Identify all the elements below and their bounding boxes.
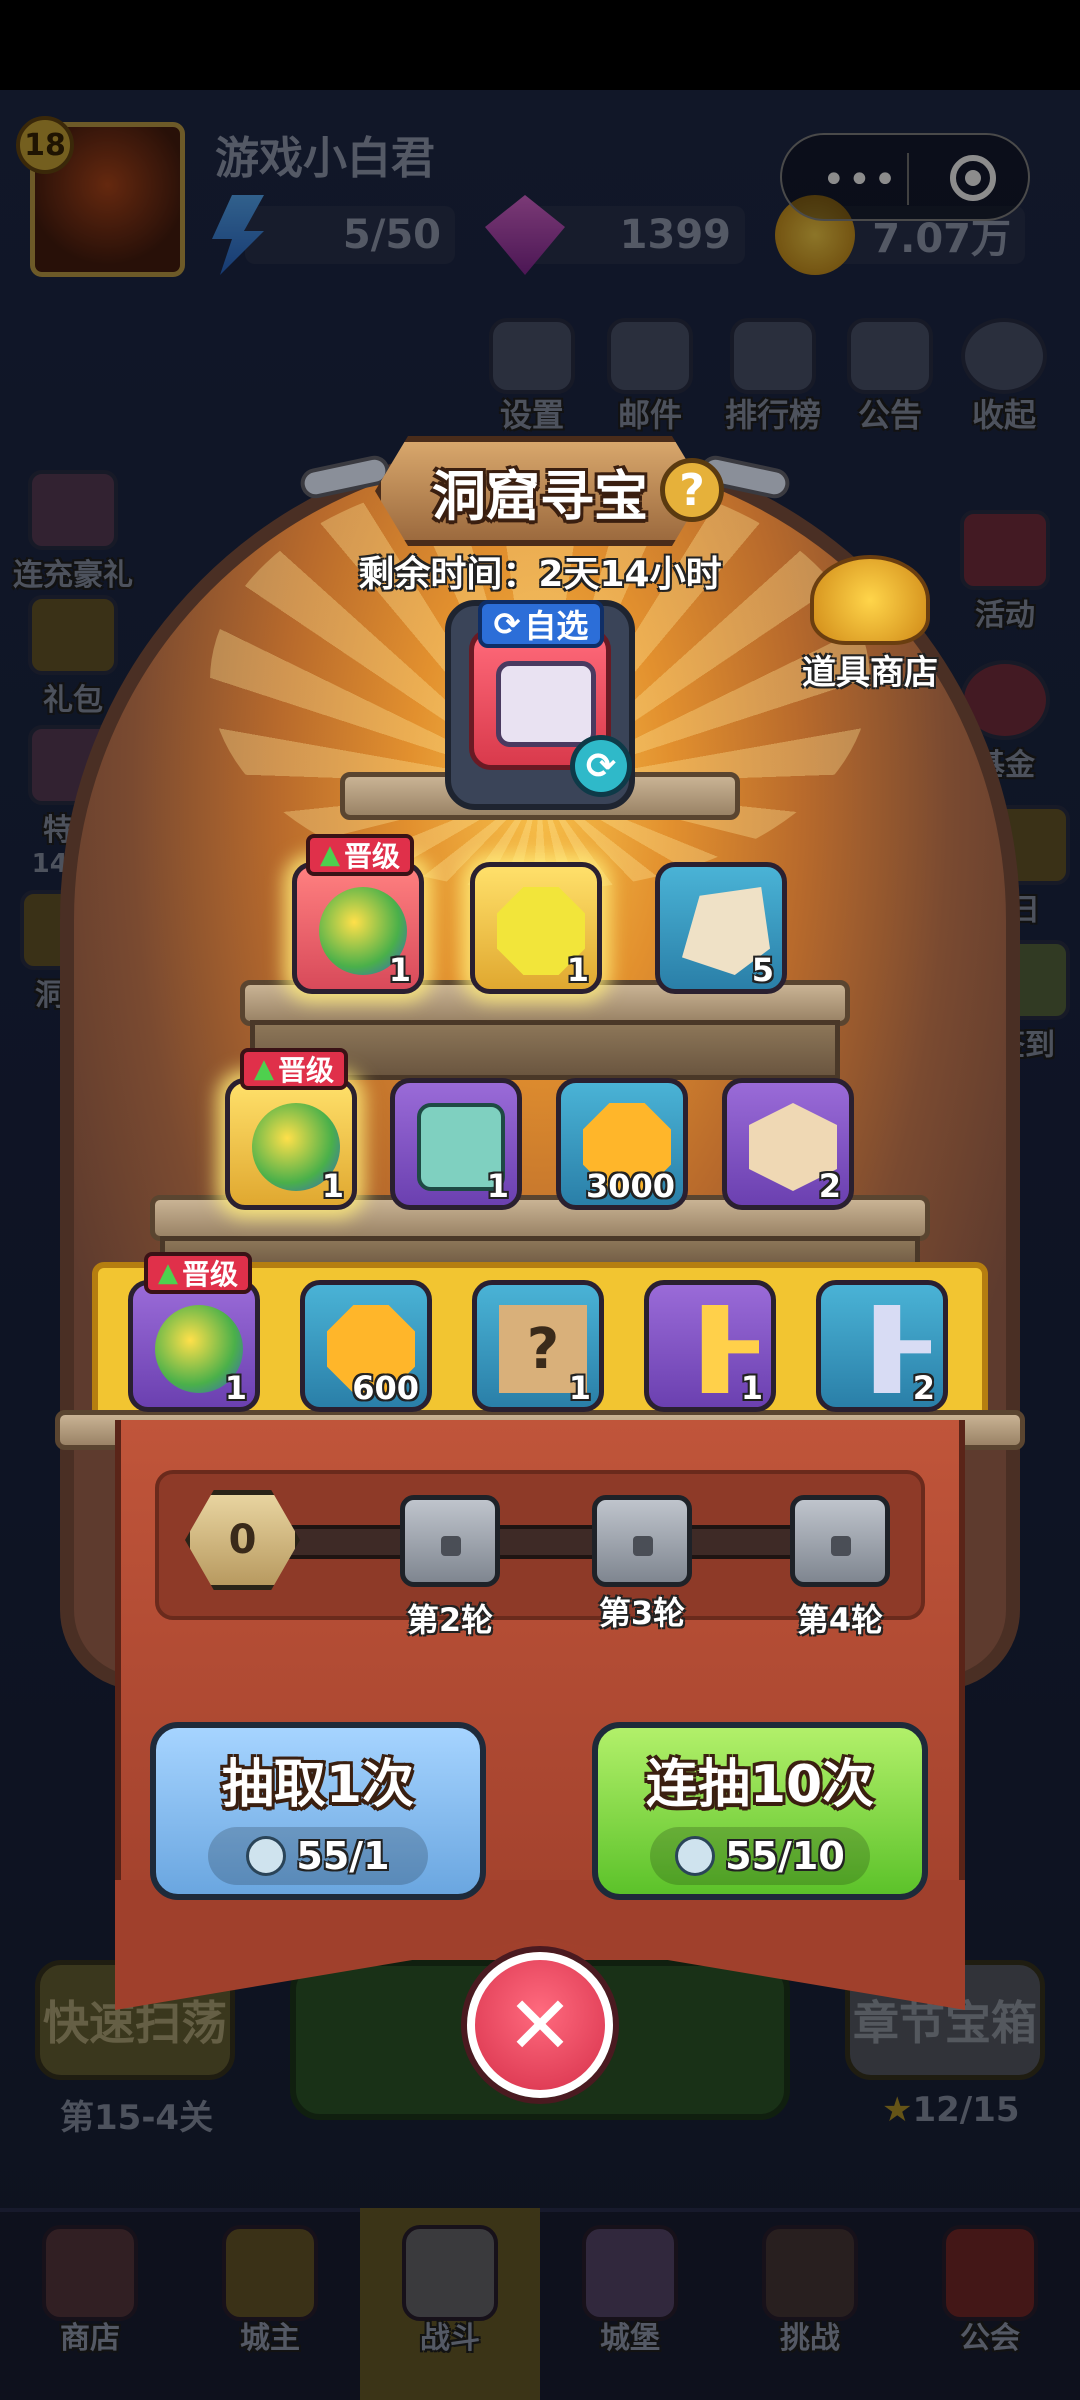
reward-slot-r2-2[interactable]: 1 <box>390 1078 522 1210</box>
reward-slot-r1-3[interactable]: 5 <box>655 862 787 994</box>
self-select-label: 自选 <box>524 607 589 645</box>
slot-qty: 2 <box>818 1167 841 1205</box>
round-3-label: 第3轮 <box>598 1594 686 1632</box>
self-select-button[interactable]: ⟳ 自选 <box>478 600 604 648</box>
upgrade-tag: ▲ 晋级 <box>306 834 415 876</box>
slot-qty: 3000 <box>585 1167 675 1205</box>
slot-qty: 1 <box>566 951 589 989</box>
up-arrow-icon: ▲ <box>158 1258 178 1288</box>
draw-ten-cost: 55/10 <box>650 1827 870 1885</box>
upgrade-label: 晋级 <box>182 1258 239 1291</box>
reward-slot-r3-1[interactable]: 1 <box>128 1280 260 1412</box>
draw-ten-label: 连抽10次 <box>645 1755 875 1815</box>
help-button[interactable]: ? <box>660 458 724 522</box>
reward-slot-r3-2[interactable]: 600 <box>300 1280 432 1412</box>
reward-slot-r3-3[interactable]: ? 1 <box>472 1280 604 1412</box>
draw-once-button[interactable]: 抽取1次 55/1 <box>150 1722 486 1900</box>
slot-qty: 600 <box>352 1369 419 1407</box>
slot-qty: 1 <box>224 1369 247 1407</box>
ticket-icon <box>246 1836 287 1876</box>
draw-once-cost-value: 55/1 <box>296 1834 390 1878</box>
slot-qty: 1 <box>486 1167 509 1205</box>
draw-ten-cost-value: 55/10 <box>725 1834 845 1878</box>
slot-qty: 2 <box>912 1369 935 1407</box>
reward-slot-r3-5[interactable]: 2 <box>816 1280 948 1412</box>
reward-slot-r1-2[interactable]: 1 <box>470 862 602 994</box>
slot-qty: 1 <box>388 951 411 989</box>
close-modal-button[interactable]: ✕ <box>467 1952 613 2098</box>
slot-qty: 1 <box>740 1369 763 1407</box>
draw-ten-button[interactable]: 连抽10次 55/10 <box>592 1722 928 1900</box>
round-2-label: 第2轮 <box>406 1601 494 1639</box>
draw-once-label: 抽取1次 <box>221 1755 415 1815</box>
round-2-chest[interactable] <box>400 1495 500 1587</box>
title-banner: 洞窟寻宝 <box>375 436 705 546</box>
item-shop-label: 道具商店 <box>802 653 938 693</box>
reward-slot-r1-1[interactable]: 1 <box>292 862 424 994</box>
upgrade-tag: ▲ 晋级 <box>144 1252 253 1294</box>
slot-qty: 5 <box>751 951 774 989</box>
round-4-label: 第4轮 <box>796 1601 884 1639</box>
up-arrow-icon: ▲ <box>254 1054 274 1084</box>
close-icon: ✕ <box>506 1978 574 2072</box>
slot-qty: 1 <box>321 1167 344 1205</box>
upgrade-label: 晋级 <box>344 840 401 873</box>
item-shop-button[interactable]: 道具商店 <box>795 555 945 694</box>
reward-slot-r3-4[interactable]: 1 <box>644 1280 776 1412</box>
reward-slot-r2-1[interactable]: 1 <box>225 1078 357 1210</box>
up-arrow-icon: ▲ <box>320 840 340 870</box>
upgrade-label: 晋级 <box>278 1054 335 1087</box>
gold-pile-icon <box>810 555 930 645</box>
refresh-icon[interactable]: ⟳ <box>570 735 632 797</box>
draw-once-cost: 55/1 <box>208 1827 428 1885</box>
reward-slot-r2-3[interactable]: 3000 <box>556 1078 688 1210</box>
ticket-icon <box>675 1836 716 1876</box>
slot-qty: 1 <box>568 1369 591 1407</box>
modal-title: 洞窟寻宝 <box>432 464 648 528</box>
upgrade-tag: ▲ 晋级 <box>240 1048 349 1090</box>
refresh-small-icon: ⟳ <box>493 605 521 643</box>
round-4-chest[interactable] <box>790 1495 890 1587</box>
round-3-chest[interactable] <box>592 1495 692 1587</box>
reward-slot-r2-4[interactable]: 2 <box>722 1078 854 1210</box>
